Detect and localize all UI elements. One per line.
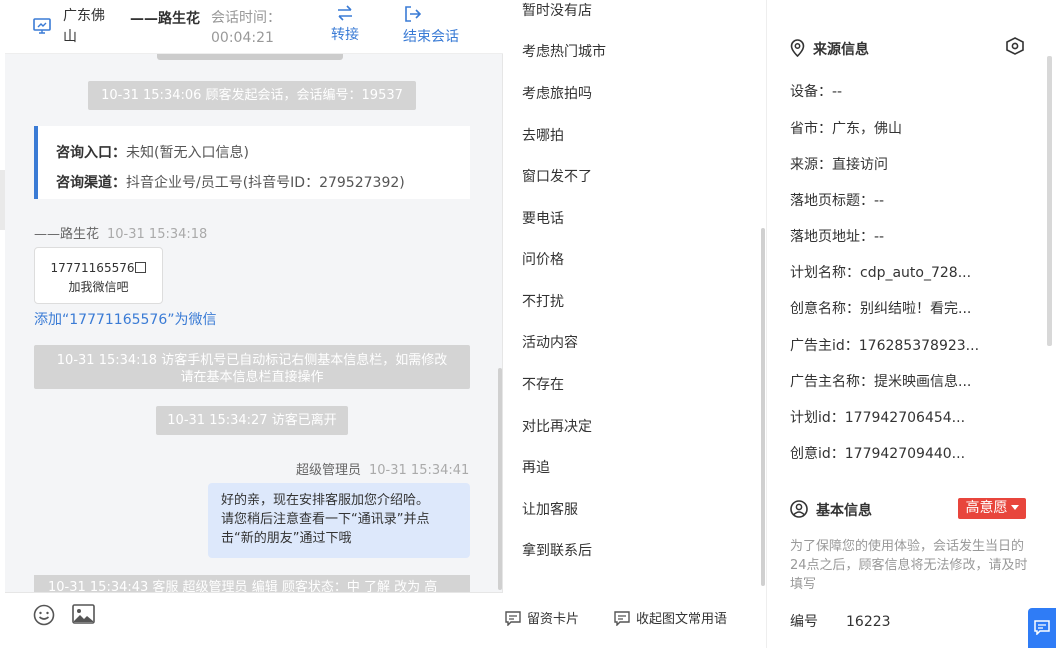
customer-name: ——路生花: [130, 11, 200, 27]
quick-phrase-item[interactable]: 考虑热门城市: [522, 41, 606, 61]
end-session-label: 结束会话: [403, 29, 459, 45]
transfer-label: 转接: [331, 27, 359, 43]
session-time-value: 00:04:21: [211, 30, 274, 46]
chat-panel: 广东佛山 ——路生花 会话时间： 00:04:21 转接 结束会话 10-31 …: [5, 0, 503, 648]
session-header: 广东佛山 ——路生花 会话时间： 00:04:21 转接 结束会话: [5, 0, 503, 54]
entry-value: 未知(暂无入口信息): [126, 145, 249, 161]
agent-message-bubble: 好的亲，现在安排客服加您介绍哈。 请您稍后注意查看一下“通讯录”并点 击“新的朋…: [208, 483, 470, 558]
quick-phrase-item[interactable]: 窗口发不了: [522, 166, 592, 186]
intent-value: 高意愿: [965, 500, 1008, 516]
customer-id-row: 编号 16223: [790, 611, 891, 631]
agent-sender-name: 超级管理员: [296, 463, 362, 478]
system-message-status-change: 10-31 15:34:43 客服 超级管理员 编辑 顾客状态：中 了解 改为 …: [34, 575, 470, 592]
info-panel-scrollbar[interactable]: [1047, 56, 1052, 346]
customer-message-time: 10-31 15:34:18: [107, 227, 208, 242]
wechat-card[interactable]: 17771165576 加我微信吧: [34, 247, 163, 304]
caret-down-icon: [1010, 505, 1019, 510]
chat-input-toolbar: [5, 592, 503, 648]
collapse-phrases-button[interactable]: 收起图文常用语: [614, 608, 727, 627]
quick-phrase-item[interactable]: 去哪拍: [522, 125, 564, 145]
customer-province: 广东佛山: [63, 8, 105, 45]
system-message-phone: 10-31 15:34:18 访客手机号已自动标记右侧基本信息栏，如需修改 请在…: [34, 345, 470, 389]
plan-name-row: 计划名称：cdp_auto_728...: [790, 265, 972, 281]
region-row: 省市：广东，佛山: [790, 121, 902, 137]
quick-phrase-item[interactable]: 考虑旅拍吗: [522, 83, 592, 103]
quick-phrase-list: 暂时没有店考虑热门城市 考虑旅拍吗去哪拍窗口发不了要电话问价格不打扰活动内容不存在…: [503, 0, 767, 590]
quick-phrase-item[interactable]: 拿到联系后: [522, 540, 592, 560]
source-info-title-text: 来源信息: [813, 42, 869, 58]
agent-sender-line: 超级管理员 10-31 15:34:41: [296, 459, 469, 478]
creative-id-row: 创意id：177942709440...: [790, 446, 966, 462]
entry-key: 咨询入口：: [56, 145, 126, 161]
advertiser-name-row: 广告主名称：提米映画信息...: [790, 374, 972, 390]
wechat-hint: 加我微信吧: [68, 280, 129, 294]
landing-title-row: 落地页标题：--: [790, 193, 885, 209]
creative-name-row: 创意名称：别纠结啦！看完...: [790, 301, 972, 317]
user-circle-icon: [790, 500, 808, 518]
end-session-button[interactable]: 结束会话: [403, 5, 459, 46]
device-row: 设备：--: [790, 84, 843, 100]
customer-id-value: 16223: [846, 614, 891, 630]
eye-icon[interactable]: [1005, 37, 1025, 55]
previous-message-edge: [157, 54, 343, 60]
customer-info-panel: 来源信息 设备：-- 省市：广东，佛山 来源：直接访问 落地页标题：-- 落地页…: [768, 0, 1056, 648]
chat-icon: [1034, 620, 1050, 635]
quick-phrase-item[interactable]: 问价格: [522, 249, 564, 269]
quick-phrase-item[interactable]: 活动内容: [522, 332, 578, 352]
wechat-number: 17771165576: [50, 261, 135, 275]
system-message-phone-line1: 10-31 15:34:18 访客手机号已自动标记右侧基本信息栏，如需修改: [56, 353, 448, 368]
quick-phrase-item[interactable]: 让加客服: [522, 499, 578, 519]
bubble-line-3: 击“新的朋友”通过下哦: [221, 531, 352, 546]
quick-phrase-item[interactable]: 暂时没有店: [522, 0, 592, 20]
plan-id-row: 计划id：177942706454...: [790, 410, 966, 426]
system-message-phone-line2: 请在基本信息栏直接操作: [180, 370, 324, 385]
agent-message-time: 10-31 15:34:41: [369, 463, 470, 478]
monitor-icon: [33, 18, 51, 34]
card-icon: [505, 611, 521, 627]
quick-phrase-item[interactable]: 不打扰: [522, 291, 564, 311]
edit-deadline-hint: 为了保障您的使用体验，会话发生当日的24点之后，顾客信息将无法修改，请及时填写: [790, 539, 1028, 592]
exit-icon: [405, 6, 421, 22]
image-icon[interactable]: [72, 604, 95, 624]
customer-sender-name: ——路生花: [34, 227, 100, 242]
quick-phrase-item[interactable]: 不存在: [522, 374, 564, 394]
advertiser-id-row: 广告主id：176285378923...: [790, 338, 980, 354]
landing-url-row: 落地页地址：--: [790, 229, 885, 245]
origin-row: 来源：直接访问: [790, 157, 888, 173]
location-pin-icon: [790, 39, 805, 58]
system-message-session-start: 10-31 15:34:06 顾客发起会话，会话编号：19537: [88, 81, 416, 110]
intent-dropdown[interactable]: 高意愿: [958, 498, 1026, 519]
channel-value: 抖音企业号/员工号(抖音号ID：279527392): [126, 175, 405, 191]
floating-chat-button[interactable]: [1028, 608, 1056, 648]
consult-info-card: 咨询入口：未知(暂无入口信息) 咨询渠道：抖音企业号/员工号(抖音号ID：279…: [34, 126, 470, 199]
source-info-title: 来源信息: [790, 39, 869, 59]
transfer-icon: [338, 5, 352, 21]
bubble-line-1: 好的亲，现在安排客服加您介绍哈。: [221, 493, 430, 508]
lead-card-button[interactable]: 留资卡片: [505, 608, 579, 627]
quick-phrase-item[interactable]: 对比再决定: [522, 416, 592, 436]
phrase-footer: 留资卡片 收起图文常用语: [503, 590, 767, 648]
basic-info-title-text: 基本信息: [816, 503, 872, 519]
customer-sender-line: ——路生花 10-31 15:34:18: [34, 223, 207, 242]
basic-info-title: 基本信息: [790, 500, 872, 520]
quick-phrase-item[interactable]: 再追: [522, 457, 550, 477]
customer-id-label: 编号: [790, 614, 818, 630]
chat-scrollbar[interactable]: [498, 368, 502, 590]
channel-key: 咨询渠道：: [56, 175, 126, 191]
quick-phrase-item[interactable]: 要电话: [522, 208, 564, 228]
system-message-visitor-left: 10-31 15:34:27 访客已离开: [156, 406, 348, 435]
bubble-line-2: 请您稍后注意查看一下“通讯录”并点: [221, 512, 430, 527]
collapse-phrases-label: 收起图文常用语: [636, 612, 728, 627]
transfer-button[interactable]: 转接: [331, 5, 359, 44]
phrase-scrollbar[interactable]: [761, 228, 765, 586]
session-time-label: 会话时间：: [211, 10, 281, 26]
lead-card-label: 留资卡片: [527, 612, 580, 627]
emoji-icon[interactable]: [33, 604, 55, 626]
card-icon: [614, 611, 630, 627]
copy-icon[interactable]: [135, 262, 147, 273]
add-wechat-link[interactable]: 添加“17771165576”为微信: [34, 309, 217, 329]
